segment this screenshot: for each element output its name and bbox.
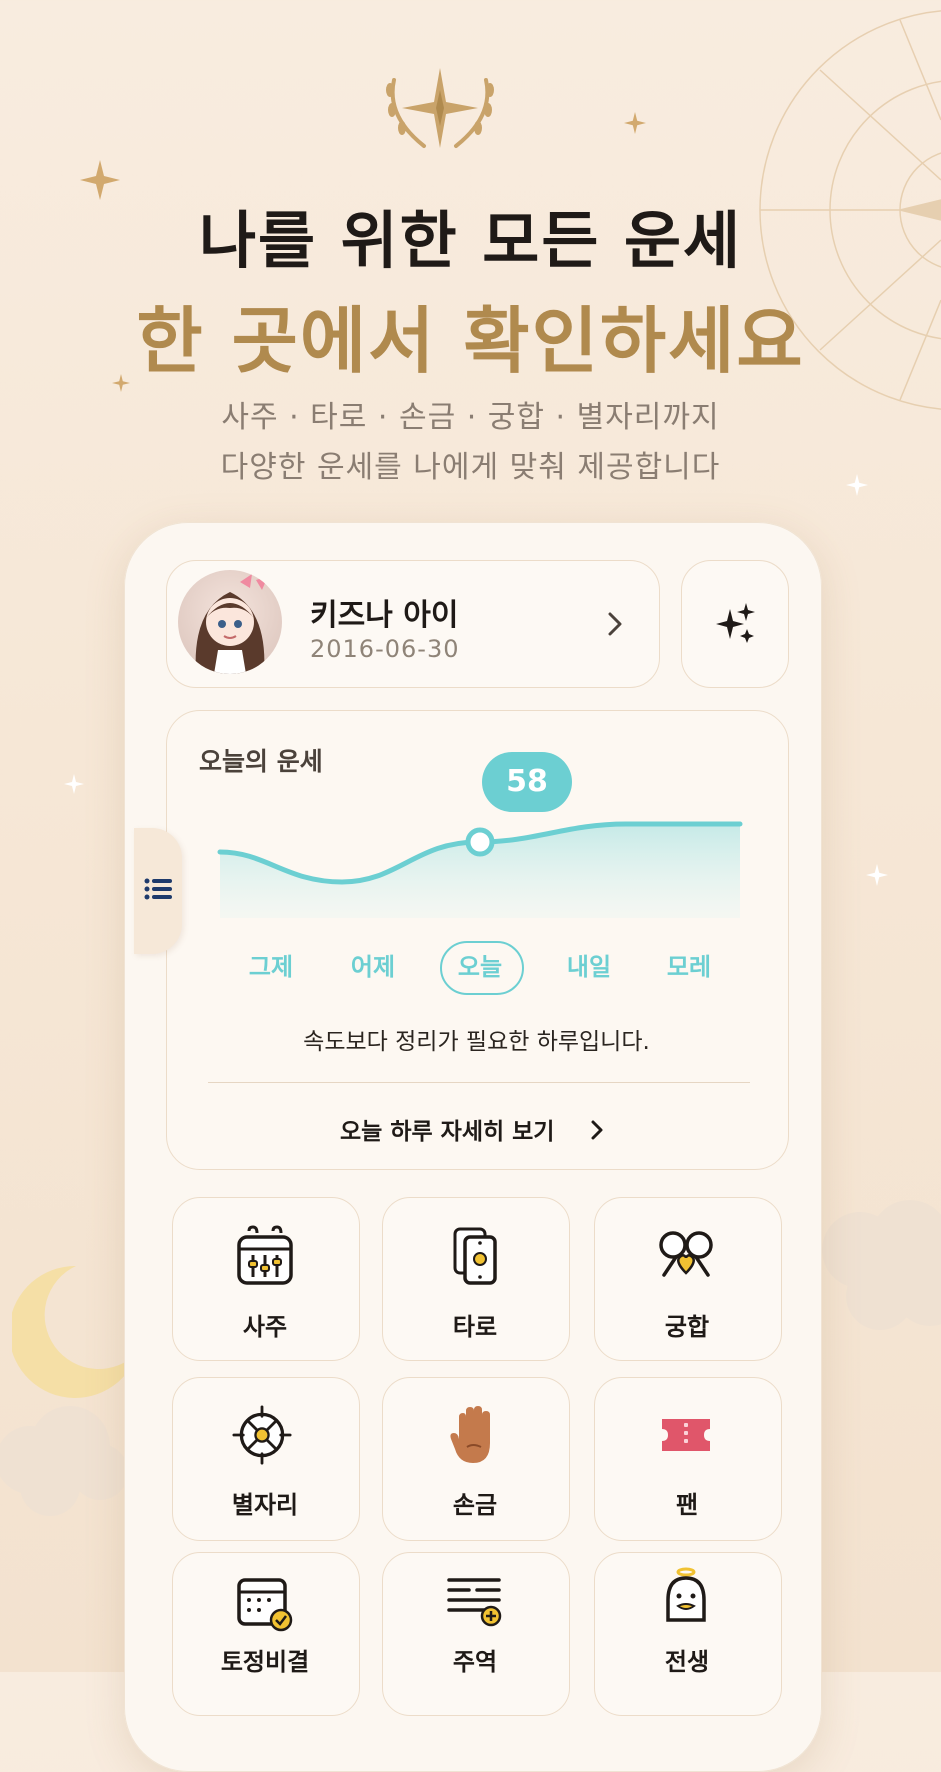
cloud-decoration bbox=[822, 1200, 941, 1330]
hero-title-highlight: 한 곳에서 확인하세요 bbox=[136, 299, 805, 383]
fortune-message: 속도보다 정리가 필요한 하루입니다. bbox=[303, 1029, 650, 1055]
sparkle-decoration bbox=[624, 112, 646, 134]
day-tab[interactable]: 그제 bbox=[240, 947, 302, 982]
cloud-decoration bbox=[0, 1406, 128, 1516]
ticket-icon bbox=[662, 1419, 710, 1451]
sparkle-decoration bbox=[866, 864, 888, 886]
profile-name: 키즈나 아이 bbox=[310, 598, 459, 633]
day-tab[interactable]: 어제 bbox=[342, 947, 404, 982]
chevron-right-icon[interactable] bbox=[604, 604, 628, 644]
palm-icon bbox=[450, 1406, 490, 1463]
menu-label: 별자리 bbox=[231, 1491, 299, 1519]
calendar-check-icon bbox=[237, 1578, 293, 1632]
today-fortune-card bbox=[166, 710, 789, 1170]
calendar-sliders-icon bbox=[237, 1225, 293, 1285]
day-tab-today[interactable]: 오늘 bbox=[449, 947, 511, 982]
sparkles-icon bbox=[716, 603, 755, 643]
avatar bbox=[178, 570, 282, 674]
divider bbox=[208, 1082, 750, 1083]
list-icon bbox=[144, 878, 172, 900]
hero-title: 나를 위한 모든 운세 bbox=[198, 204, 743, 277]
menu-label: 팬 bbox=[675, 1491, 699, 1519]
side-menu-tab[interactable] bbox=[134, 828, 182, 954]
menu-label: 사주 bbox=[242, 1313, 288, 1341]
chevron-right-icon[interactable] bbox=[589, 1117, 605, 1143]
hexagram-icon bbox=[447, 1578, 502, 1627]
fortune-trend-chart bbox=[217, 821, 743, 918]
day-tab[interactable]: 내일 bbox=[558, 947, 620, 982]
sparkle-decoration bbox=[64, 774, 84, 794]
menu-label: 궁합 bbox=[664, 1313, 710, 1341]
laurel-star-emblem bbox=[386, 68, 494, 148]
tarot-cards-icon bbox=[453, 1227, 497, 1285]
menu-label: 타로 bbox=[452, 1313, 498, 1341]
profile-birthdate: 2016-06-30 bbox=[310, 635, 460, 663]
today-point bbox=[465, 827, 495, 857]
hero-subtitle: 사주 · 타로 · 손금 · 궁합 · 별자리까지 bbox=[221, 400, 720, 435]
constellation-icon bbox=[232, 1405, 292, 1465]
hero-subtitle: 다양한 운세를 나에게 맞춰 제공합니다 bbox=[220, 450, 721, 485]
menu-label: 손금 bbox=[452, 1491, 498, 1519]
sparkle-button[interactable] bbox=[681, 560, 789, 688]
day-tab[interactable]: 모레 bbox=[658, 947, 720, 982]
fortune-label: 오늘의 운세 bbox=[199, 747, 323, 776]
spirit-icon bbox=[666, 1567, 706, 1622]
crescent-moon-decoration bbox=[12, 1265, 138, 1398]
couple-heart-icon bbox=[659, 1231, 713, 1277]
fortune-detail-link[interactable]: 오늘 하루 자세히 보기 bbox=[340, 1112, 554, 1146]
